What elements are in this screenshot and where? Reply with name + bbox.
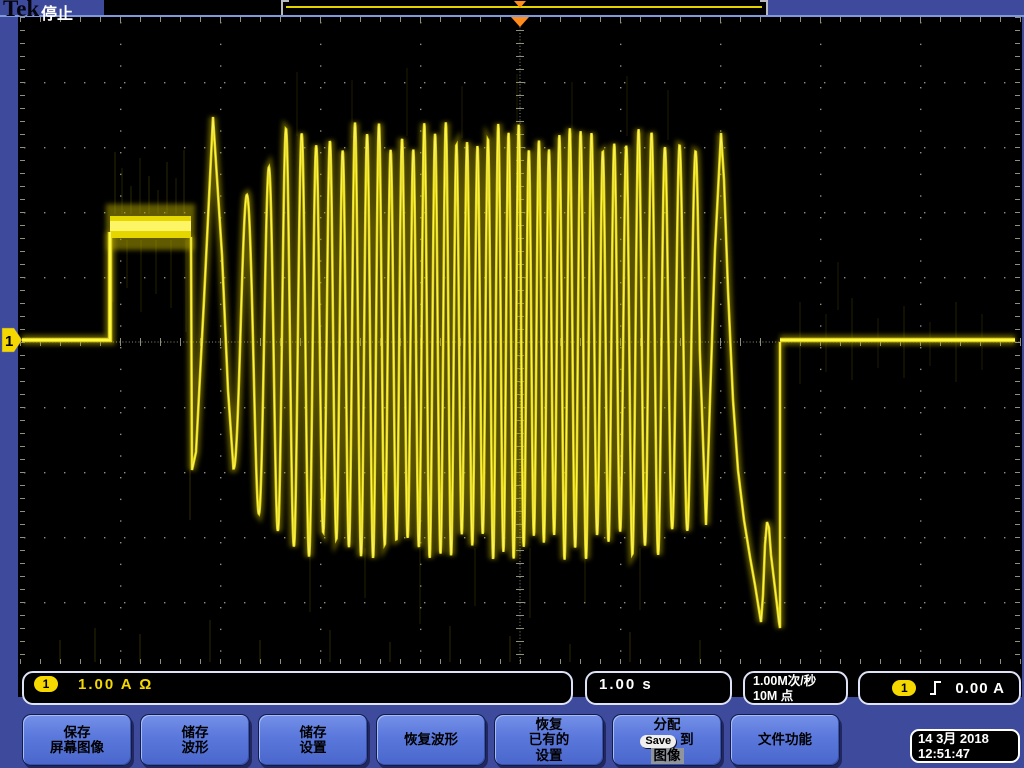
menu-button-recall-setup[interactable]: 恢复 已有的 设置 xyxy=(494,714,604,766)
trigger-source-badge: 1 xyxy=(892,680,916,696)
button-label: 分配 xyxy=(654,717,681,733)
time-text: 12:51:47 xyxy=(918,746,1018,761)
record-preview-bar xyxy=(104,0,768,15)
button-label: 已有的 xyxy=(529,732,570,748)
tek-logo: Tek xyxy=(3,0,39,22)
oscilloscope-screen: 1 Tek 停止 1 1.00 A Ω 1.00 s 1.00M次/秒 10M … xyxy=(0,0,1024,768)
channel-badge: 1 xyxy=(34,676,58,692)
trigger-readout: 1 0.00 A xyxy=(858,671,1021,705)
button-label: 恢复波形 xyxy=(404,732,458,748)
menu-button-assign-save[interactable]: 分配 Save 到 图像 xyxy=(612,714,722,766)
date-text: 14 3月 2018 xyxy=(918,731,1018,746)
svg-text:1: 1 xyxy=(5,333,13,350)
button-label-row: Save 到 xyxy=(640,732,693,748)
datetime-box: 14 3月 2018 12:51:47 xyxy=(910,729,1020,763)
assign-target-highlight: 图像 xyxy=(651,748,684,764)
waveform-display: 1 xyxy=(0,0,1024,768)
button-label: 文件功能 xyxy=(758,732,812,748)
button-label: 设置 xyxy=(536,748,563,764)
button-label: 恢复 xyxy=(536,717,563,733)
top-separator-line xyxy=(0,15,1024,17)
menu-button-file-utilities[interactable]: 文件功能 xyxy=(730,714,840,766)
save-badge: Save xyxy=(640,735,676,748)
menu-button-save-screen-image[interactable]: 保存 屏幕图像 xyxy=(22,714,132,766)
preview-trigger-marker[interactable] xyxy=(514,1,526,8)
sample-rate: 1.00M次/秒 xyxy=(753,674,846,689)
trigger-level: 0.00 A xyxy=(955,680,1005,697)
menu-button-save-setup[interactable]: 储存 设置 xyxy=(258,714,368,766)
acquisition-readout: 1.00M次/秒 10M 点 xyxy=(743,671,848,705)
button-label: 设置 xyxy=(300,740,327,756)
timebase-readout: 1.00 s xyxy=(585,671,732,705)
button-label: 到 xyxy=(680,732,694,747)
menu-button-recall-waveform[interactable]: 恢复波形 xyxy=(376,714,486,766)
button-label: 屏幕图像 xyxy=(50,740,104,756)
record-length: 10M 点 xyxy=(753,689,846,704)
button-label: 波形 xyxy=(182,740,209,756)
trigger-edge-icon xyxy=(929,680,942,696)
button-label: 保存 xyxy=(64,725,91,741)
button-label: 储存 xyxy=(182,725,209,741)
acquisition-status: 停止 xyxy=(41,0,73,24)
channel-scale: 1.00 A Ω xyxy=(78,676,153,693)
button-label: 储存 xyxy=(300,725,327,741)
channel-readout: 1 1.00 A Ω xyxy=(22,671,573,705)
menu-button-save-waveform[interactable]: 储存 波形 xyxy=(140,714,250,766)
